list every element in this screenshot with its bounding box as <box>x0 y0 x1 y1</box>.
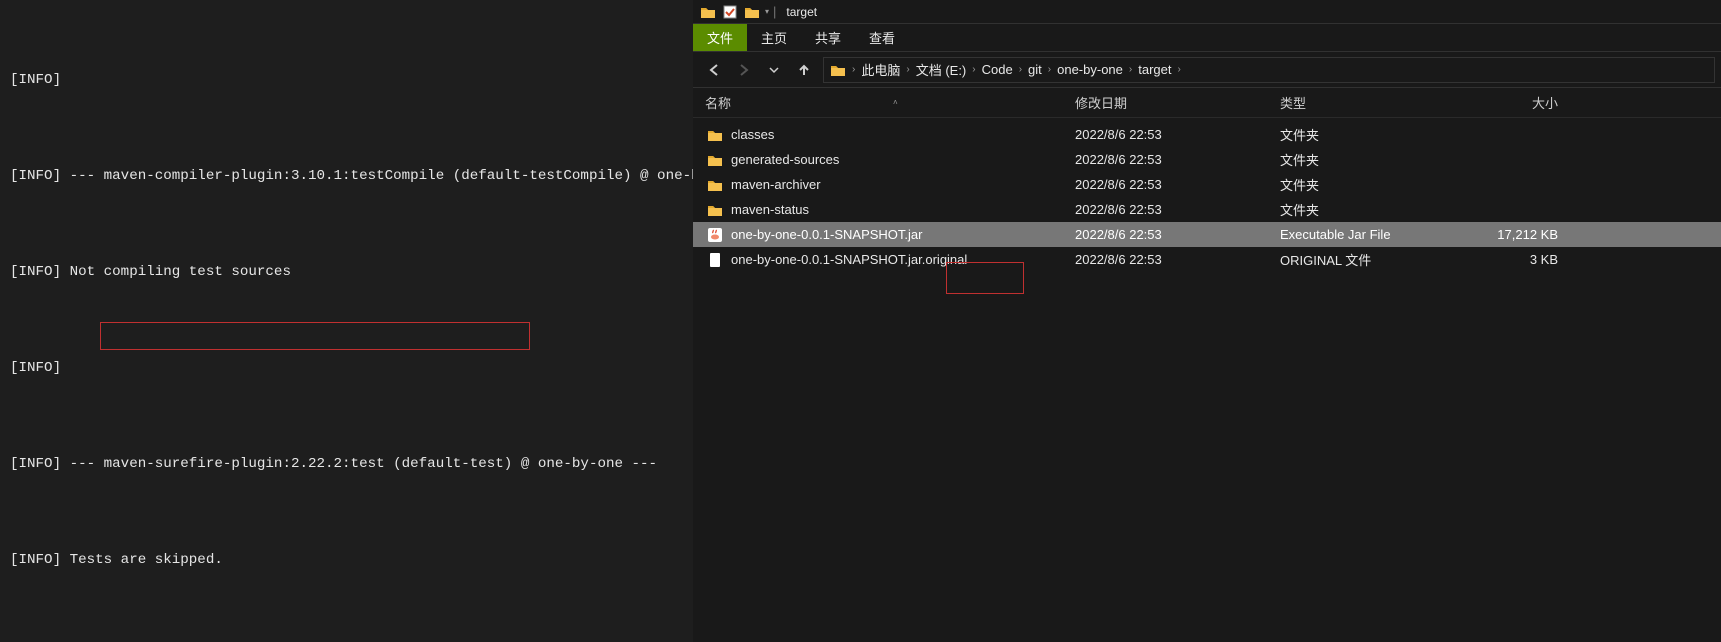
checkbox-icon <box>721 3 739 21</box>
breadcrumb-item[interactable]: git <box>1028 62 1042 77</box>
title-bar-separator: | <box>773 4 776 19</box>
breadcrumb-item[interactable]: 文档 (E:) <box>916 60 967 79</box>
navigation-bar: › 此电脑 › 文档 (E:) › Code › git › one-by-on… <box>693 52 1721 88</box>
file-explorer-pane: ▾ | target 文件 主页 共享 查看 › 此电脑 › 文档 (E <box>693 0 1721 642</box>
folder-icon <box>705 125 725 145</box>
address-bar[interactable]: › 此电脑 › 文档 (E:) › Code › git › one-by-on… <box>823 57 1715 83</box>
file-type: 文件夹 <box>1280 125 1450 144</box>
folder-icon <box>699 3 717 21</box>
file-type: 文件夹 <box>1280 175 1450 194</box>
chevron-down-icon[interactable]: ▾ <box>765 7 769 16</box>
folder-icon <box>705 150 725 170</box>
folder-row[interactable]: classes 2022/8/6 22:53 文件夹 <box>693 122 1721 147</box>
file-type: ORIGINAL 文件 <box>1280 250 1450 269</box>
tab-home[interactable]: 主页 <box>747 24 801 51</box>
file-size: 17,212 KB <box>1450 227 1568 242</box>
file-name: maven-archiver <box>731 177 1075 192</box>
breadcrumb-item[interactable]: one-by-one <box>1057 62 1123 77</box>
file-date: 2022/8/6 22:53 <box>1075 152 1280 167</box>
chevron-right-icon[interactable]: › <box>972 64 975 75</box>
column-header-size[interactable]: 大小 <box>1450 93 1568 112</box>
file-date: 2022/8/6 22:53 <box>1075 252 1280 267</box>
file-date: 2022/8/6 22:53 <box>1075 177 1280 192</box>
file-row[interactable]: one-by-one-0.0.1-SNAPSHOT.jar.original 2… <box>693 247 1721 272</box>
file-name: maven-status <box>731 202 1075 217</box>
chevron-right-icon[interactable]: › <box>906 64 909 75</box>
folder-icon <box>830 62 846 78</box>
chevron-right-icon[interactable]: › <box>1177 64 1180 75</box>
file-name: one-by-one-0.0.1-SNAPSHOT.jar <box>731 227 1075 242</box>
back-button[interactable] <box>699 56 729 84</box>
chevron-right-icon[interactable]: › <box>852 64 855 75</box>
column-header-type[interactable]: 类型 <box>1280 93 1450 112</box>
tab-file[interactable]: 文件 <box>693 24 747 51</box>
document-file-icon <box>705 250 725 270</box>
file-name: classes <box>731 127 1075 142</box>
chevron-right-icon[interactable]: › <box>1048 64 1051 75</box>
file-type: Executable Jar File <box>1280 227 1450 242</box>
folder-row[interactable]: generated-sources 2022/8/6 22:53 文件夹 <box>693 147 1721 172</box>
terminal-pane[interactable]: [INFO] [INFO] --- maven-compiler-plugin:… <box>0 0 693 642</box>
file-row[interactable]: one-by-one-0.0.1-SNAPSHOT.jar 2022/8/6 2… <box>693 222 1721 247</box>
column-header-label: 名称 <box>705 93 731 112</box>
folder-row[interactable]: maven-status 2022/8/6 22:53 文件夹 <box>693 197 1721 222</box>
term-line: [INFO] <box>10 352 683 384</box>
explorer-title-bar[interactable]: ▾ | target <box>693 0 1721 24</box>
file-type: 文件夹 <box>1280 200 1450 219</box>
annotation-box-terminal <box>100 322 530 350</box>
term-line: [INFO] Tests are skipped. <box>10 544 683 576</box>
jar-file-icon <box>705 225 725 245</box>
breadcrumb-item[interactable]: target <box>1138 62 1171 77</box>
chevron-right-icon[interactable]: › <box>1019 64 1022 75</box>
folder-icon <box>743 3 761 21</box>
tab-share[interactable]: 共享 <box>801 24 855 51</box>
file-date: 2022/8/6 22:53 <box>1075 127 1280 142</box>
file-date: 2022/8/6 22:53 <box>1075 227 1280 242</box>
breadcrumb-item[interactable]: Code <box>982 62 1013 77</box>
file-type: 文件夹 <box>1280 150 1450 169</box>
term-line: [INFO] Not compiling test sources <box>10 256 683 288</box>
tab-view[interactable]: 查看 <box>855 24 909 51</box>
forward-button[interactable] <box>729 56 759 84</box>
up-button[interactable] <box>789 56 819 84</box>
column-header-name[interactable]: 名称 ˄ <box>705 93 1075 112</box>
term-line: [INFO] --- maven-surefire-plugin:2.22.2:… <box>10 448 683 480</box>
recent-button[interactable] <box>759 56 789 84</box>
folder-icon <box>705 175 725 195</box>
column-headers: 名称 ˄ 修改日期 类型 大小 <box>693 88 1721 118</box>
sort-indicator-icon: ˄ <box>893 98 898 107</box>
column-header-date[interactable]: 修改日期 <box>1075 93 1280 112</box>
file-list[interactable]: classes 2022/8/6 22:53 文件夹 generated-sou… <box>693 118 1721 642</box>
file-name: generated-sources <box>731 152 1075 167</box>
file-name: one-by-one-0.0.1-SNAPSHOT.jar.original <box>731 252 1075 267</box>
term-line: [INFO] --- maven-compiler-plugin:3.10.1:… <box>10 160 683 192</box>
ribbon-tabs: 文件 主页 共享 查看 <box>693 24 1721 52</box>
window-title: target <box>786 5 817 19</box>
chevron-right-icon[interactable]: › <box>1129 64 1132 75</box>
breadcrumb-item[interactable]: 此电脑 <box>861 60 900 79</box>
folder-row[interactable]: maven-archiver 2022/8/6 22:53 文件夹 <box>693 172 1721 197</box>
file-date: 2022/8/6 22:53 <box>1075 202 1280 217</box>
term-line: [INFO] <box>10 64 683 96</box>
file-size: 3 KB <box>1450 252 1568 267</box>
folder-icon <box>705 200 725 220</box>
